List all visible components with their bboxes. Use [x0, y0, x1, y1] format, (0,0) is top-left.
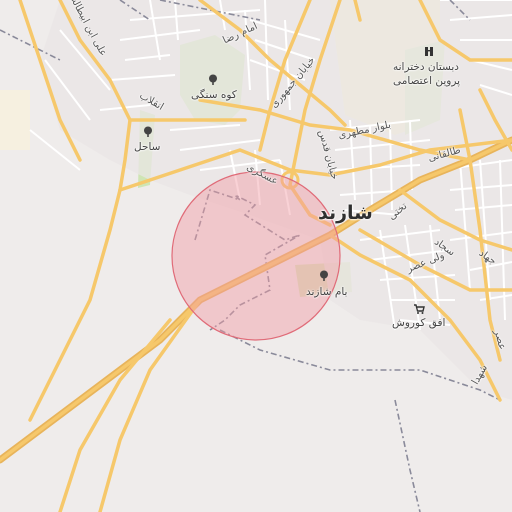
tree-icon	[207, 74, 219, 86]
map-view[interactable]: شازند خیابان جمهوری انقلاب بلوار مطهری خ…	[0, 0, 512, 512]
poi-label-school-line1: دبستان دخترانه	[393, 61, 459, 73]
poi-label-school-line2: پروین اعتصامی	[393, 75, 461, 87]
shopping-cart-icon	[413, 303, 425, 315]
farmland-area	[0, 90, 30, 150]
city-label: شازند	[318, 202, 373, 224]
poi-label-koh-sangi: کوه سنگی	[191, 89, 237, 101]
poi-label-ofogh-kourosh: افق کوروش	[392, 317, 446, 329]
poi-label-bam-shazand: بام شازند	[306, 286, 348, 298]
tree-icon	[142, 126, 154, 138]
poi-label-sahel: ساحل	[134, 141, 161, 153]
tree-icon	[318, 270, 330, 282]
school-icon	[423, 46, 435, 58]
highlight-circle	[171, 171, 341, 341]
